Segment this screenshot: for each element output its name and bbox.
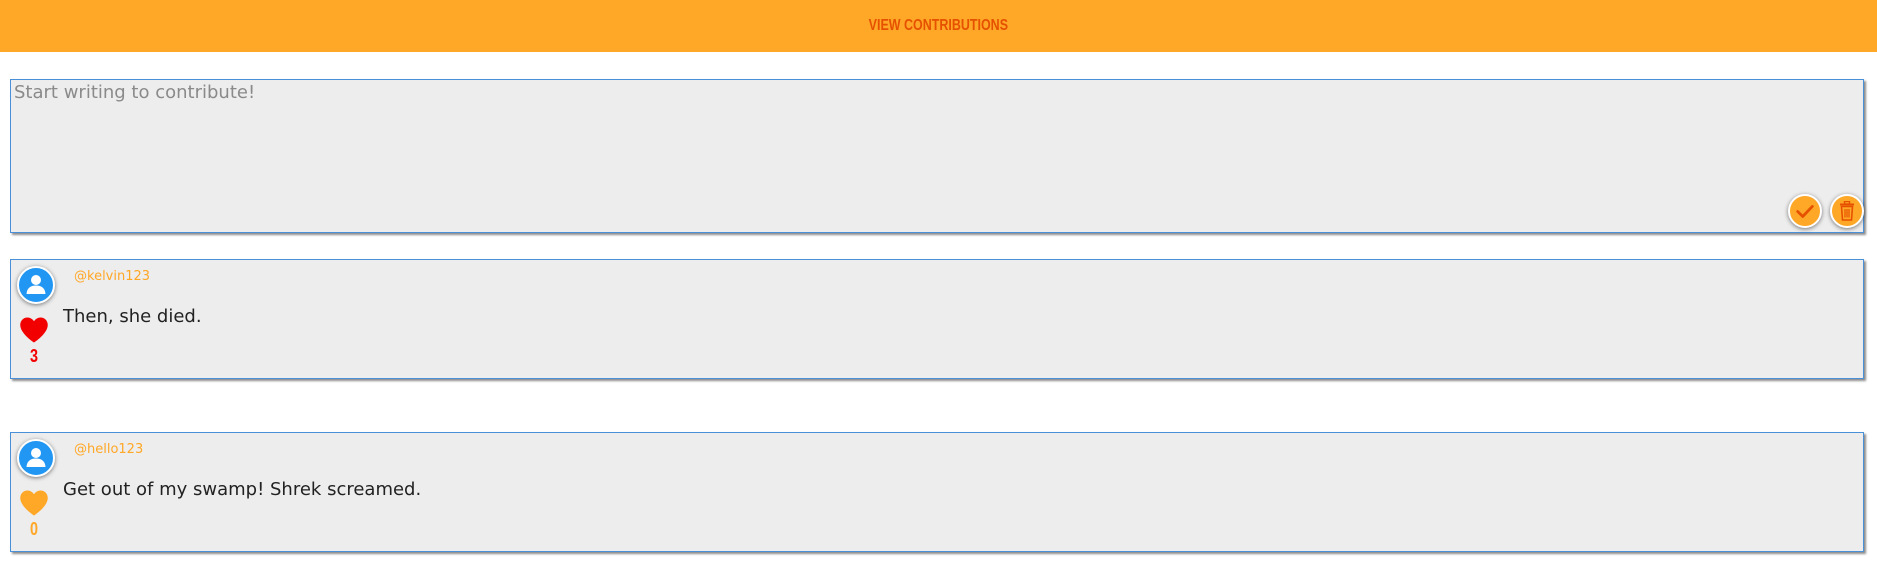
person-icon: [26, 448, 46, 467]
contribution-card: @kelvin123 Then, she died. 3: [10, 259, 1864, 379]
user-avatar-icon[interactable]: [17, 439, 55, 477]
like-count: 0: [29, 519, 38, 539]
top-nav-bar: VIEW CONTRIBUTIONS: [0, 0, 1877, 52]
like-count: 3: [29, 346, 38, 366]
contribution-username[interactable]: @kelvin123: [74, 269, 150, 284]
person-icon: [26, 275, 46, 294]
contribution-input[interactable]: [11, 80, 1863, 232]
contribution-card: @hello123 Get out of my swamp! Shrek scr…: [10, 432, 1864, 552]
checkmark-icon: [1796, 205, 1814, 218]
contribution-composer: [10, 79, 1864, 233]
user-avatar-icon[interactable]: [17, 266, 55, 304]
trash-icon: [1840, 201, 1854, 221]
contribution-text: Then, she died.: [63, 306, 202, 327]
heart-icon[interactable]: [19, 489, 49, 517]
view-contributions-link[interactable]: VIEW CONTRIBUTIONS: [869, 17, 1008, 35]
submit-button[interactable]: [1788, 194, 1822, 228]
heart-icon[interactable]: [19, 316, 49, 344]
contribution-text: Get out of my swamp! Shrek screamed.: [63, 479, 422, 500]
delete-button[interactable]: [1830, 194, 1864, 228]
contribution-username[interactable]: @hello123: [74, 442, 143, 457]
